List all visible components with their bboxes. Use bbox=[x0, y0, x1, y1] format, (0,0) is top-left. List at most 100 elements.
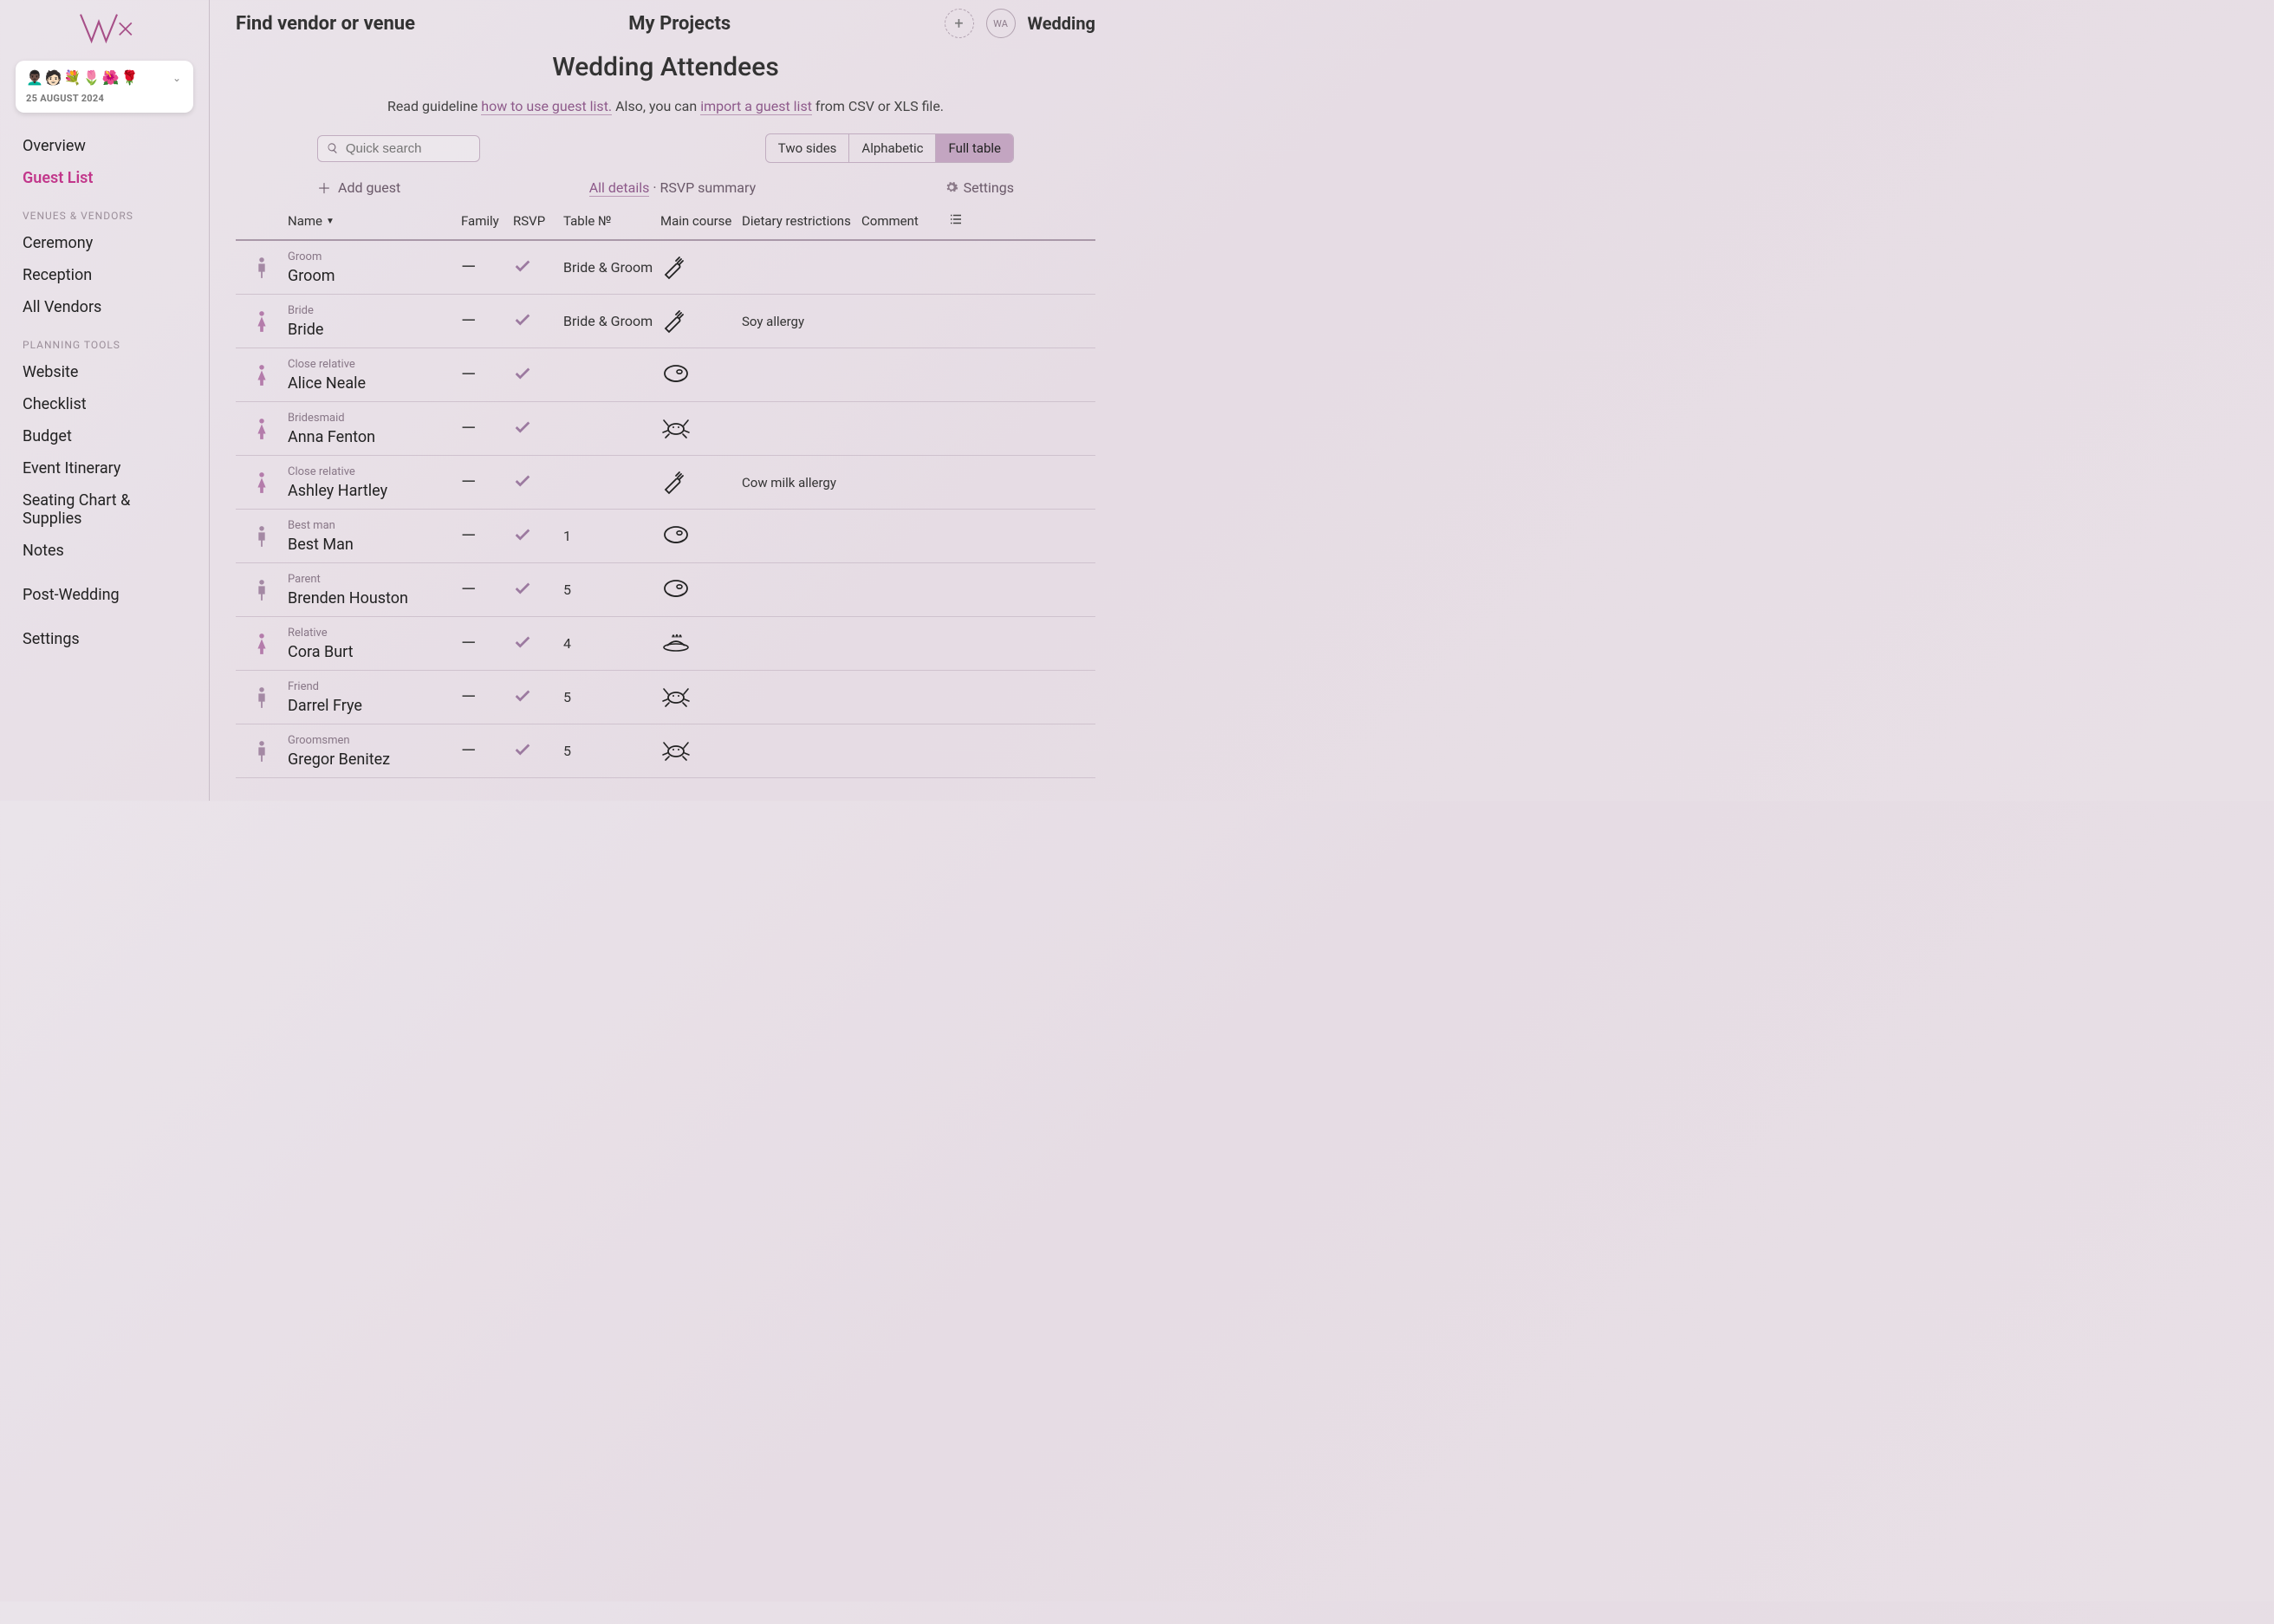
rsvp-check-icon bbox=[513, 633, 563, 655]
guest-role: Friend bbox=[288, 680, 461, 693]
nav-guest-list[interactable]: Guest List bbox=[23, 162, 186, 194]
search-box[interactable] bbox=[317, 135, 480, 162]
nav-event-itinerary[interactable]: Event Itinerary bbox=[23, 452, 186, 484]
person-f-icon bbox=[252, 627, 271, 661]
search-input[interactable] bbox=[346, 141, 471, 156]
nav-post-wedding[interactable]: Post-Wedding bbox=[23, 579, 186, 611]
nav-settings[interactable]: Settings bbox=[23, 623, 186, 655]
table-row[interactable]: Close relativeAlice Neale — bbox=[236, 348, 1095, 402]
nav-budget[interactable]: Budget bbox=[23, 420, 186, 452]
view-alphabetic[interactable]: Alphabetic bbox=[849, 134, 936, 162]
nav-section-planning: PLANNING TOOLS bbox=[23, 339, 186, 351]
table-settings-button[interactable]: Settings bbox=[945, 179, 1014, 196]
guest-role: Close relative bbox=[288, 358, 461, 371]
view-full-table[interactable]: Full table bbox=[936, 134, 1013, 162]
person-f-icon bbox=[252, 465, 271, 500]
table-row[interactable]: RelativeCora Burt — 4 bbox=[236, 617, 1095, 671]
table-row[interactable]: BrideBride — Bride & Groom Soy allergy bbox=[236, 295, 1095, 348]
col-rsvp[interactable]: RSVP bbox=[513, 211, 563, 231]
guest-name: Gregor Benitez bbox=[288, 750, 461, 769]
nav-overview[interactable]: Overview bbox=[23, 130, 186, 162]
guest-table: Name▼ Family RSVP Table № Main course Di… bbox=[236, 206, 1095, 778]
project-avatar[interactable]: WA bbox=[986, 9, 1016, 38]
table-row[interactable]: Best manBest Man — 1 bbox=[236, 510, 1095, 563]
nav-checklist[interactable]: Checklist bbox=[23, 388, 186, 420]
nav: Overview Guest List VENUES & VENDORS Cer… bbox=[0, 130, 209, 655]
person-f-icon bbox=[252, 412, 271, 446]
guest-table-no: 5 bbox=[563, 581, 660, 598]
plus-icon: ＋ bbox=[317, 177, 331, 198]
table-row[interactable]: BridesmaidAnna Fenton — bbox=[236, 402, 1095, 456]
nav-seating-chart[interactable]: Seating Chart & Supplies bbox=[23, 484, 186, 535]
nav-website[interactable]: Website bbox=[23, 356, 186, 388]
chevron-down-icon[interactable]: ⌄ bbox=[172, 72, 183, 84]
col-diet[interactable]: Dietary restrictions bbox=[742, 211, 861, 231]
guest-table-no: Bride & Groom bbox=[563, 259, 660, 276]
guest-name: Alice Neale bbox=[288, 374, 461, 393]
sort-icon: ▼ bbox=[326, 217, 335, 226]
col-family[interactable]: Family bbox=[461, 211, 513, 231]
columns-button[interactable] bbox=[948, 211, 974, 231]
table-row[interactable]: FriendDarrel Frye — 5 bbox=[236, 671, 1095, 724]
table-row[interactable]: GroomsmenGregor Benitez — 5 bbox=[236, 724, 1095, 778]
person-f-icon bbox=[252, 304, 271, 339]
guest-name: Brenden Houston bbox=[288, 589, 461, 607]
nav-notes[interactable]: Notes bbox=[23, 535, 186, 567]
meal-crab-icon bbox=[660, 682, 742, 713]
rsvp-check-icon bbox=[513, 686, 563, 709]
logo[interactable] bbox=[0, 9, 209, 50]
col-table[interactable]: Table № bbox=[563, 211, 660, 231]
rsvp-check-icon bbox=[513, 525, 563, 548]
guest-name: Cora Burt bbox=[288, 643, 461, 661]
project-icons: 👨🏿‍🦱🧑🏻💐🌷🌺🌹⌄ bbox=[26, 69, 183, 86]
link-howto[interactable]: how to use guest list. bbox=[481, 98, 612, 115]
col-comment[interactable]: Comment bbox=[861, 211, 948, 231]
gear-icon bbox=[945, 180, 958, 194]
guest-family: — bbox=[461, 471, 513, 493]
guest-table-no: Bride & Groom bbox=[563, 313, 660, 329]
rsvp-summary-link[interactable]: RSVP summary bbox=[660, 179, 757, 196]
guest-role: Parent bbox=[288, 573, 461, 586]
all-details-link[interactable]: All details bbox=[589, 179, 650, 197]
view-two-sides[interactable]: Two sides bbox=[766, 134, 850, 162]
add-guest-button[interactable]: ＋Add guest bbox=[317, 177, 400, 198]
project-name[interactable]: Wedding bbox=[1028, 13, 1095, 34]
rsvp-check-icon bbox=[513, 257, 563, 279]
guest-role: Relative bbox=[288, 627, 461, 640]
table-row[interactable]: GroomGroom — Bride & Groom bbox=[236, 241, 1095, 295]
add-project-button[interactable]: + bbox=[945, 9, 974, 38]
guest-diet: Soy allergy bbox=[742, 314, 861, 329]
table-header: Name▼ Family RSVP Table № Main course Di… bbox=[236, 206, 1095, 241]
table-row[interactable]: Close relativeAshley Hartley — Cow milk … bbox=[236, 456, 1095, 510]
guest-family: — bbox=[461, 525, 513, 547]
guest-family: — bbox=[461, 579, 513, 601]
guest-table-no: 4 bbox=[563, 635, 660, 652]
link-import[interactable]: import a guest list bbox=[700, 98, 812, 115]
meal-crab-icon bbox=[660, 413, 742, 445]
guest-role: Best man bbox=[288, 519, 461, 532]
nav-reception[interactable]: Reception bbox=[23, 259, 186, 291]
person-m-icon bbox=[252, 573, 271, 607]
person-m-icon bbox=[252, 680, 271, 715]
meal-carrot-icon bbox=[660, 467, 742, 498]
col-name[interactable]: Name▼ bbox=[288, 211, 461, 231]
nav-all-vendors[interactable]: All Vendors bbox=[23, 291, 186, 323]
guest-role: Bride bbox=[288, 304, 461, 317]
page-title: Wedding Attendees bbox=[236, 52, 1095, 82]
person-m-icon bbox=[252, 734, 271, 769]
guest-table-no: 5 bbox=[563, 689, 660, 705]
nav-ceremony[interactable]: Ceremony bbox=[23, 227, 186, 259]
meal-steak-icon bbox=[660, 521, 742, 552]
col-main[interactable]: Main course bbox=[660, 211, 742, 231]
guest-name: Ashley Hartley bbox=[288, 482, 461, 500]
my-projects[interactable]: My Projects bbox=[628, 13, 731, 35]
guest-name: Darrel Frye bbox=[288, 697, 461, 715]
guest-diet: Cow milk allergy bbox=[742, 475, 861, 490]
detail-links: All details·RSVP summary bbox=[589, 179, 756, 196]
project-card[interactable]: 👨🏿‍🦱🧑🏻💐🌷🌺🌹⌄ 25 AUGUST 2024 bbox=[16, 61, 193, 113]
find-vendor[interactable]: Find vendor or venue bbox=[236, 13, 415, 35]
meal-dish-icon bbox=[660, 628, 742, 659]
table-row[interactable]: Parent Brenden Houston — 5 bbox=[236, 563, 1095, 617]
search-icon bbox=[327, 141, 339, 155]
guest-family: — bbox=[461, 310, 513, 332]
